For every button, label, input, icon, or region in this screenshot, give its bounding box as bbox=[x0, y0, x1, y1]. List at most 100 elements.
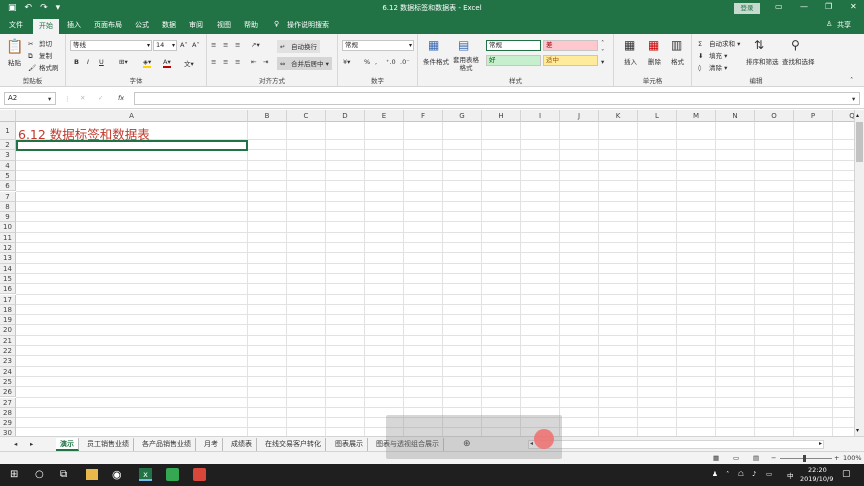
sheet-tab-employee-sales[interactable]: 员工销售业绩 bbox=[83, 438, 134, 451]
row-header-30[interactable]: 30 bbox=[0, 428, 16, 436]
comma-icon[interactable]: , bbox=[375, 58, 377, 66]
insert-function-icon[interactable]: fx bbox=[118, 94, 124, 102]
row-header-15[interactable]: 15 bbox=[0, 273, 16, 285]
column-header-j[interactable]: J bbox=[560, 110, 599, 122]
row-header-16[interactable]: 16 bbox=[0, 284, 16, 295]
media-app-icon[interactable]: ◉ bbox=[112, 468, 122, 481]
notification-icon[interactable]: ▢ bbox=[842, 469, 851, 479]
column-header-l[interactable]: L bbox=[638, 110, 677, 122]
align-center-icon[interactable]: ≡ bbox=[223, 58, 228, 66]
bold-button[interactable]: B bbox=[74, 58, 79, 66]
column-header-e[interactable]: E bbox=[365, 110, 404, 122]
row-header-14[interactable]: 14 bbox=[0, 263, 16, 274]
expand-formula-icon[interactable]: ▾ bbox=[852, 95, 855, 103]
tab-home[interactable]: 开始 bbox=[33, 19, 59, 34]
close-icon[interactable]: ✕ bbox=[850, 2, 857, 11]
next-sheet-icon[interactable]: ▸ bbox=[30, 440, 33, 448]
horizontal-scrollbar[interactable]: ◂ ▸ bbox=[528, 440, 824, 449]
vertical-scrollbar[interactable]: ▴ ▾ bbox=[854, 110, 864, 436]
ime-indicator[interactable]: 中 bbox=[787, 470, 794, 480]
row-header-26[interactable]: 26 bbox=[0, 387, 16, 398]
column-header-k[interactable]: K bbox=[599, 110, 638, 122]
format-painter-button[interactable]: 🖌 格式刷 bbox=[28, 62, 59, 73]
login-button[interactable]: 登录 bbox=[734, 3, 760, 14]
row-header-19[interactable]: 19 bbox=[0, 315, 16, 326]
format-cells-icon[interactable]: ▥ bbox=[671, 38, 682, 52]
font-size-combo[interactable]: 14 ▾ bbox=[153, 40, 177, 51]
page-break-view-icon[interactable]: ▤ bbox=[753, 454, 759, 462]
row-header-20[interactable]: 20 bbox=[0, 325, 16, 336]
tab-review[interactable]: 审阅 bbox=[189, 20, 203, 30]
row-header-5[interactable]: 5 bbox=[0, 170, 16, 182]
collapse-ribbon-icon[interactable]: ˄ bbox=[850, 76, 853, 84]
row-header-29[interactable]: 29 bbox=[0, 418, 16, 429]
row-header-8[interactable]: 8 bbox=[0, 201, 16, 213]
copy-button[interactable]: ⧉ 复制 bbox=[28, 50, 52, 61]
sheet-tab-monthly-exam[interactable]: 月考 bbox=[200, 438, 223, 451]
paste-button[interactable]: 粘贴 bbox=[8, 57, 21, 67]
column-header-p[interactable]: P bbox=[794, 110, 833, 122]
ribbon-display-icon[interactable]: ▭ bbox=[775, 2, 783, 11]
row-header-21[interactable]: 21 bbox=[0, 335, 16, 346]
tab-view[interactable]: 视图 bbox=[217, 20, 231, 30]
cancel-icon[interactable]: ✕ bbox=[80, 94, 85, 102]
zoom-slider[interactable] bbox=[780, 458, 832, 459]
conditional-format-icon[interactable]: ▦ bbox=[428, 38, 439, 52]
normal-view-icon[interactable]: ▦ bbox=[713, 454, 719, 462]
column-header-h[interactable]: H bbox=[482, 110, 521, 122]
find-icon[interactable]: ⚲ bbox=[791, 38, 800, 52]
format-cells-button[interactable]: 格式 bbox=[671, 56, 684, 66]
enter-icon[interactable]: ✓ bbox=[98, 94, 103, 102]
scroll-down-icon[interactable]: ▾ bbox=[856, 427, 859, 434]
decrease-indent-icon[interactable]: ⇤ bbox=[251, 58, 256, 66]
style-good[interactable]: 好 bbox=[486, 55, 541, 66]
row-header-2[interactable]: 2 bbox=[0, 140, 16, 151]
sort-filter-icon[interactable]: ⇅ bbox=[754, 38, 764, 52]
column-header-a[interactable]: A bbox=[16, 110, 248, 122]
clock-date[interactable]: 2019/10/9 bbox=[800, 475, 833, 483]
row-header-28[interactable]: 28 bbox=[0, 407, 16, 419]
tab-formulas[interactable]: 公式 bbox=[135, 20, 149, 30]
delete-cells-icon[interactable]: ▦ bbox=[648, 38, 659, 52]
windows-start-icon[interactable]: ⊞ bbox=[10, 469, 18, 480]
row-header-25[interactable]: 25 bbox=[0, 376, 16, 388]
column-header-n[interactable]: N bbox=[716, 110, 755, 122]
styles-more-icon[interactable]: ▾ bbox=[601, 58, 604, 66]
select-all-corner[interactable] bbox=[0, 110, 16, 122]
column-header-b[interactable]: B bbox=[248, 110, 287, 122]
tab-help[interactable]: 帮助 bbox=[244, 20, 258, 30]
zoom-level[interactable]: 100% bbox=[843, 454, 862, 462]
prev-sheet-icon[interactable]: ◂ bbox=[14, 440, 17, 448]
tab-data[interactable]: 数据 bbox=[162, 20, 176, 30]
column-header-c[interactable]: C bbox=[287, 110, 326, 122]
zoom-in-icon[interactable]: + bbox=[834, 454, 839, 462]
align-left-icon[interactable]: ≡ bbox=[211, 58, 216, 66]
file-explorer-icon[interactable] bbox=[86, 469, 98, 480]
shrink-font-icon[interactable]: A˅ bbox=[192, 41, 200, 49]
row-header-12[interactable]: 12 bbox=[0, 243, 16, 254]
row-header-11[interactable]: 11 bbox=[0, 232, 16, 243]
share-button[interactable]: 共享 bbox=[837, 20, 851, 30]
sheet-tab-product-sales[interactable]: 各产品销售业绩 bbox=[138, 438, 196, 451]
grow-font-icon[interactable]: A˄ bbox=[180, 41, 188, 49]
fill-button[interactable]: ⬇ 填充 ▾ bbox=[698, 50, 727, 61]
style-normal[interactable]: 常规 bbox=[486, 40, 541, 51]
cut-button[interactable]: ✂ 剪切 bbox=[28, 38, 52, 49]
row-header-24[interactable]: 24 bbox=[0, 366, 16, 377]
column-header-i[interactable]: I bbox=[521, 110, 560, 122]
orientation-icon[interactable]: ↗▾ bbox=[251, 41, 260, 49]
row-header-4[interactable]: 4 bbox=[0, 160, 16, 171]
styles-scroll-up-icon[interactable]: ˄ bbox=[601, 39, 604, 47]
delete-cells-button[interactable]: 删除 bbox=[648, 56, 661, 66]
page-layout-view-icon[interactable]: ▭ bbox=[733, 454, 739, 462]
sheet-tab-chart-display[interactable]: 图表展示 bbox=[331, 438, 368, 451]
volume-icon[interactable]: ♪ bbox=[752, 470, 756, 478]
column-header-d[interactable]: D bbox=[326, 110, 365, 122]
row-header-18[interactable]: 18 bbox=[0, 304, 16, 316]
find-select-button[interactable]: 查找和选择 bbox=[782, 56, 815, 66]
align-middle-icon[interactable]: ≡ bbox=[223, 41, 228, 49]
align-top-icon[interactable]: ≡ bbox=[211, 41, 216, 49]
row-header-10[interactable]: 10 bbox=[0, 222, 16, 233]
style-bad[interactable]: 差 bbox=[543, 40, 598, 51]
row-header-13[interactable]: 13 bbox=[0, 253, 16, 264]
